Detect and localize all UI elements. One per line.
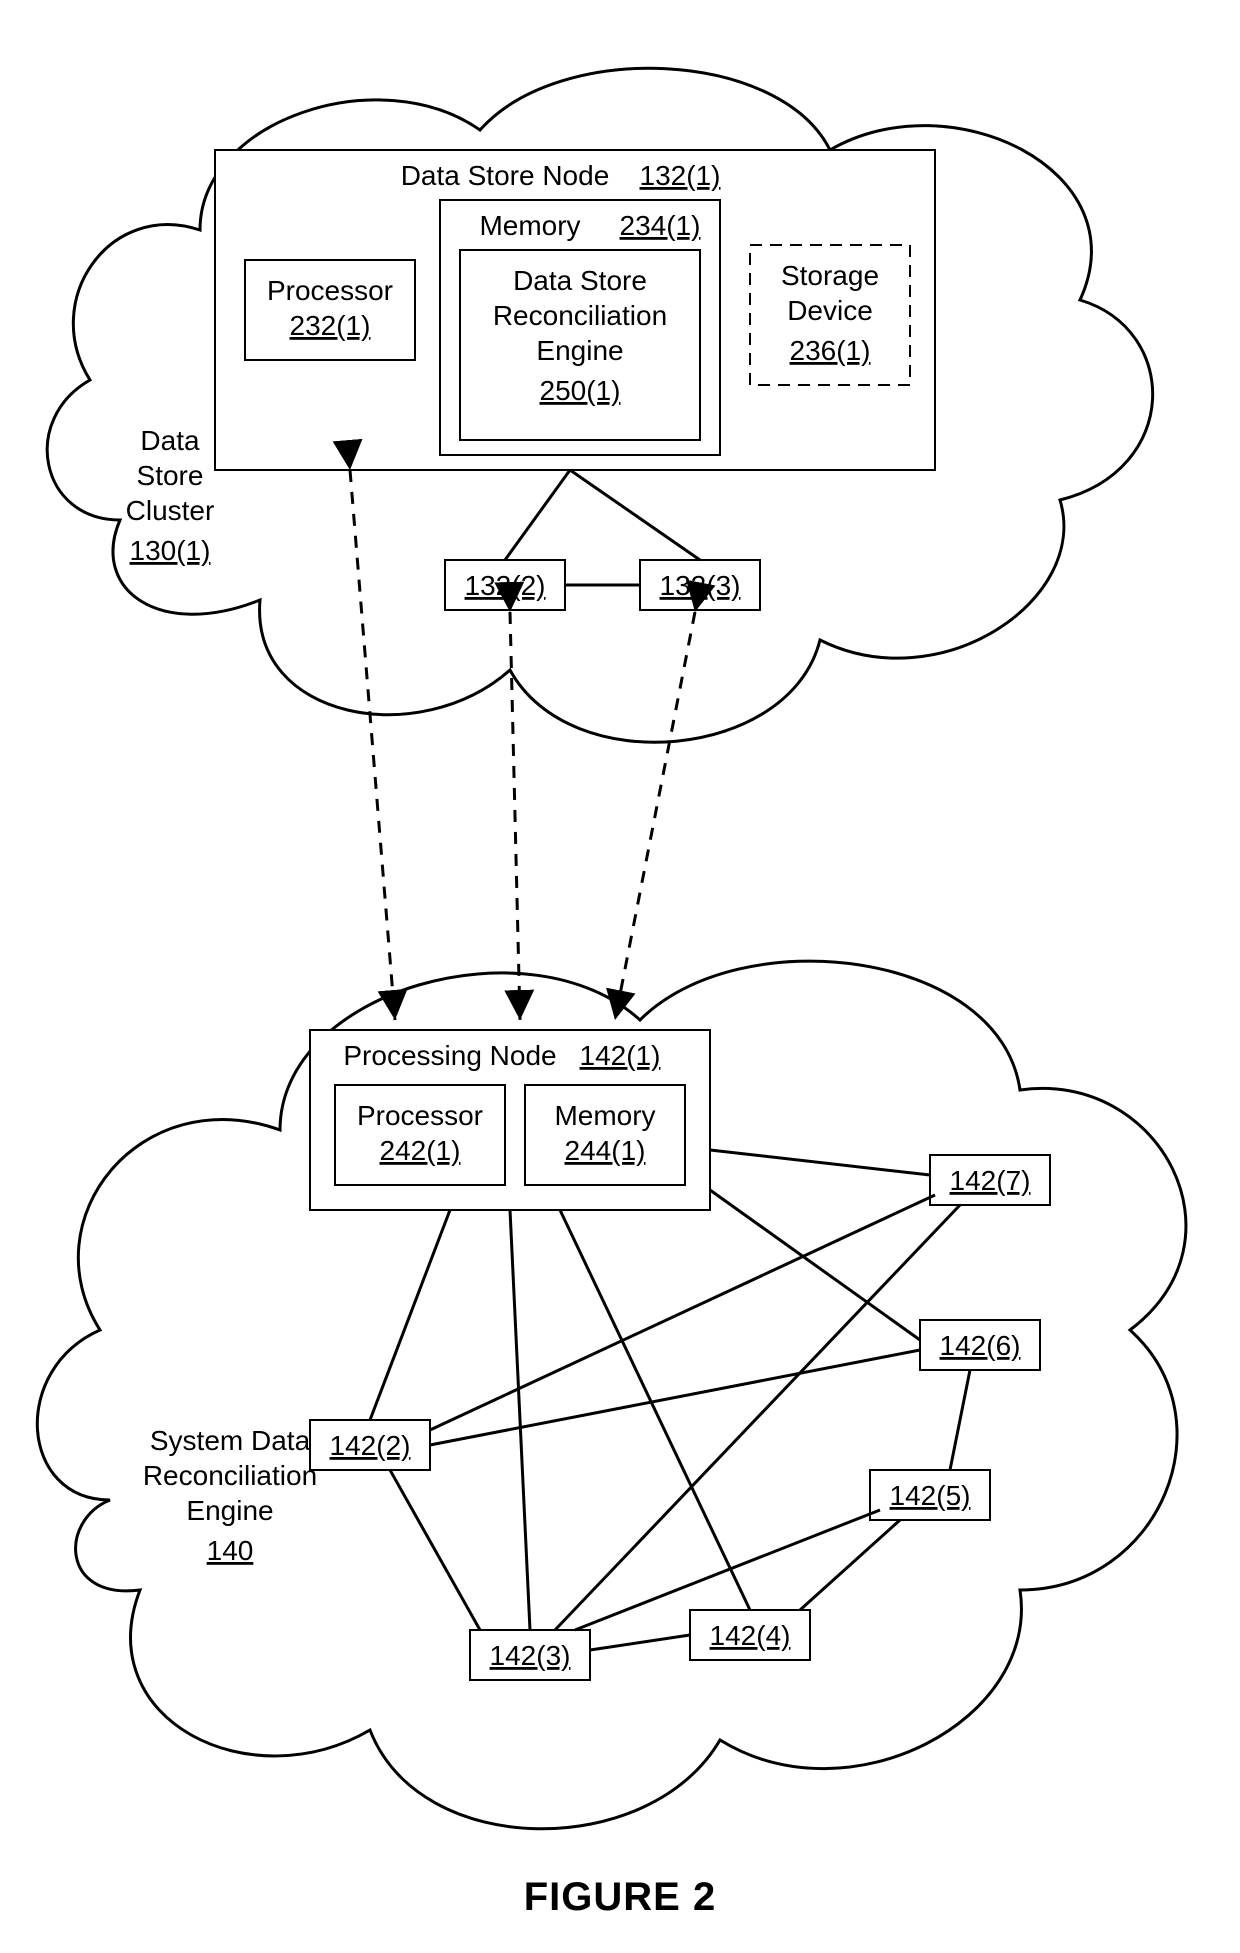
sdre-line3: Engine [186,1495,273,1526]
node-132-3-ref: 132(3) [660,570,741,601]
storage-line2: Device [787,295,873,326]
figure-title: FIGURE 2 [524,1875,716,1919]
edge-4-5 [800,1520,900,1610]
dsre-line2: Reconciliation [493,300,667,331]
dsre-line1: Data Store [513,265,647,296]
processor-label-bottom: Processor [357,1100,483,1131]
data-store-cluster-ref: 130(1) [130,535,211,566]
processing-node: Processing Node 142(1) Processor 242(1) … [310,1030,710,1210]
edge-1-7 [710,1150,930,1175]
processor-ref-top: 232(1) [290,310,371,341]
memory-label-bottom: Memory [554,1100,655,1131]
node-142-6: 142(6) [920,1320,1040,1370]
dsre-ref: 250(1) [540,375,621,406]
processing-node-label: Processing Node [343,1040,556,1071]
processing-node-ref: 142(1) [580,1040,661,1071]
edge-1-3 [510,1210,530,1630]
node-142-4: 142(4) [690,1610,810,1660]
bottom-cloud-label: System Data Reconciliation Engine 140 [143,1425,317,1566]
node-142-5: 142(5) [870,1470,990,1520]
edge-3-4 [590,1635,690,1650]
data-store-node-label: Data Store Node [401,160,610,191]
edge-132-1-132-2 [505,470,570,560]
memory-box-top: Memory 234(1) Data Store Reconciliation … [440,200,720,455]
node-142-3-ref: 142(3) [490,1640,571,1671]
dashed-arrow-1 [350,470,395,1020]
memory-ref-top: 234(1) [620,210,701,241]
sdre-line2: Reconciliation [143,1460,317,1491]
processor-box-top: Processor 232(1) [245,260,415,360]
sdre-ref: 140 [207,1535,254,1566]
node-142-5-ref: 142(5) [890,1480,971,1511]
edge-1-4 [560,1210,750,1610]
node-132-2: 132(2) [445,560,565,610]
memory-label-top: Memory [479,210,580,241]
node-142-3: 142(3) [470,1630,590,1680]
data-store-cluster-label-2: Store [137,460,204,491]
data-store-node-ref: 132(1) [640,160,721,191]
node-142-2: 142(2) [310,1420,430,1470]
processor-ref-bottom: 242(1) [380,1135,461,1166]
node-132-2-ref: 132(2) [465,570,546,601]
node-142-4-ref: 142(4) [710,1620,791,1651]
memory-ref-bottom: 244(1) [565,1135,646,1166]
edge-1-2 [370,1210,450,1420]
edge-5-6 [950,1370,970,1470]
node-142-7-ref: 142(7) [950,1165,1031,1196]
edge-3-7 [555,1205,960,1630]
storage-device-box: Storage Device 236(1) [750,245,910,385]
sdre-line1: System Data [150,1425,311,1456]
node-142-2-ref: 142(2) [330,1430,411,1461]
edge-1-6 [710,1190,920,1340]
top-cloud-label: Data Store Cluster 130(1) [126,425,215,566]
dashed-arrow-3 [615,612,695,1020]
data-store-cluster-label-1: Data [140,425,200,456]
edge-132-1-132-3 [570,470,700,560]
dsre-line3: Engine [536,335,623,366]
edge-2-3 [390,1470,480,1630]
storage-line1: Storage [781,260,879,291]
node-142-6-ref: 142(6) [940,1330,1021,1361]
node-142-7: 142(7) [930,1155,1050,1205]
edge-2-6 [430,1350,920,1445]
processor-label-top: Processor [267,275,393,306]
storage-ref: 236(1) [790,335,871,366]
node-132-3: 132(3) [640,560,760,610]
data-store-cluster-label-3: Cluster [126,495,215,526]
